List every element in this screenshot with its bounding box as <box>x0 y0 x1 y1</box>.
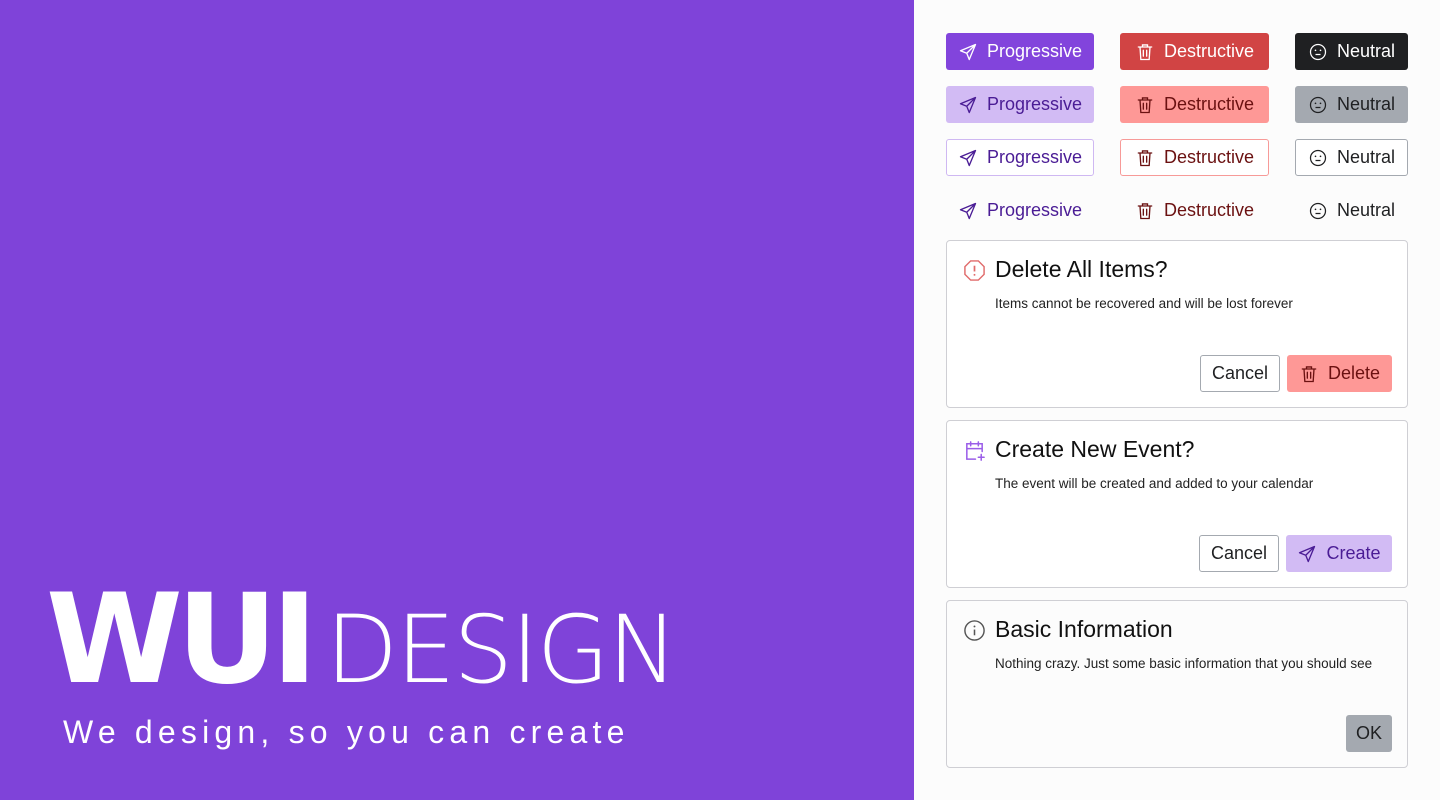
neutral-solid-button[interactable]: Neutral <box>1295 33 1408 70</box>
trash-icon <box>1135 95 1155 115</box>
trash-icon <box>1135 201 1155 221</box>
progressive-soft-button[interactable]: Progressive <box>946 86 1094 123</box>
face-neutral-icon <box>1308 201 1328 221</box>
face-neutral-icon <box>1308 42 1328 62</box>
info-icon <box>964 620 985 641</box>
delete-label: Delete <box>1327 363 1381 383</box>
cancel-label: Cancel <box>1211 363 1269 383</box>
button-label: Destructive <box>1163 41 1255 61</box>
dialog-description: The event will be created and added to y… <box>995 476 1314 491</box>
send-icon <box>958 95 978 115</box>
face-neutral-icon <box>1308 148 1328 168</box>
cancel-label: Cancel <box>1210 543 1268 563</box>
face-neutral-icon <box>1308 95 1328 115</box>
destructive-outline-button[interactable]: Destructive <box>1120 139 1269 176</box>
dialog-delete: Delete All Items? Items cannot be recove… <box>946 240 1408 408</box>
button-label: Destructive <box>1163 147 1255 167</box>
dialog-description: Items cannot be recovered and will be lo… <box>995 296 1293 311</box>
ok-button[interactable]: OK <box>1346 715 1392 752</box>
neutral-outline-button[interactable]: Neutral <box>1295 139 1408 176</box>
dialog-title: Delete All Items? <box>995 256 1168 282</box>
dialog-description: Nothing crazy. Just some basic informati… <box>995 656 1373 671</box>
hero-panel: WUI DESIGN We design, so you can create <box>0 0 914 800</box>
logo: WUI DESIGN <box>46 568 678 712</box>
button-label: Neutral <box>1336 41 1396 61</box>
button-label: Progressive <box>986 147 1083 167</box>
send-icon <box>1297 544 1317 564</box>
logo-light: DESIGN <box>325 596 678 705</box>
cancel-button[interactable]: Cancel <box>1199 535 1279 572</box>
create-button[interactable]: Create <box>1286 535 1392 572</box>
destructive-solid-button[interactable]: Destructive <box>1120 33 1269 70</box>
logo-bold: WUI <box>46 568 318 712</box>
alert-octagon-icon <box>964 260 985 281</box>
delete-button[interactable]: Delete <box>1287 355 1392 392</box>
cancel-button[interactable]: Cancel <box>1200 355 1280 392</box>
tagline: We design, so you can create <box>63 714 630 750</box>
dialog-basic-info: Basic Information Nothing crazy. Just so… <box>946 600 1408 768</box>
dialog-title: Basic Information <box>995 616 1173 642</box>
ok-label: OK <box>1355 723 1382 743</box>
neutral-soft-button[interactable]: Neutral <box>1295 86 1408 123</box>
button-label: Destructive <box>1163 94 1255 114</box>
button-label: Neutral <box>1336 200 1396 220</box>
send-icon <box>958 201 978 221</box>
destructive-text-button[interactable]: Destructive <box>1120 192 1269 229</box>
progressive-outline-button[interactable]: Progressive <box>946 139 1094 176</box>
button-label: Progressive <box>986 41 1083 61</box>
button-label: Progressive <box>986 200 1083 220</box>
progressive-solid-button[interactable]: Progressive <box>946 33 1094 70</box>
send-icon <box>958 148 978 168</box>
button-label: Neutral <box>1336 147 1396 167</box>
dialog-title: Create New Event? <box>995 436 1195 462</box>
button-label: Progressive <box>986 94 1083 114</box>
button-label: Neutral <box>1336 94 1396 114</box>
destructive-soft-button[interactable]: Destructive <box>1120 86 1269 123</box>
trash-icon <box>1135 42 1155 62</box>
button-label: Destructive <box>1163 200 1255 220</box>
progressive-text-button[interactable]: Progressive <box>946 192 1094 229</box>
calendar-plus-icon <box>966 441 985 461</box>
dialog-create-event: Create New Event? The event will be crea… <box>946 420 1408 588</box>
trash-icon <box>1299 364 1319 384</box>
create-label: Create <box>1326 543 1381 563</box>
neutral-text-button[interactable]: Neutral <box>1295 192 1408 229</box>
send-icon <box>958 42 978 62</box>
trash-icon <box>1135 148 1155 168</box>
